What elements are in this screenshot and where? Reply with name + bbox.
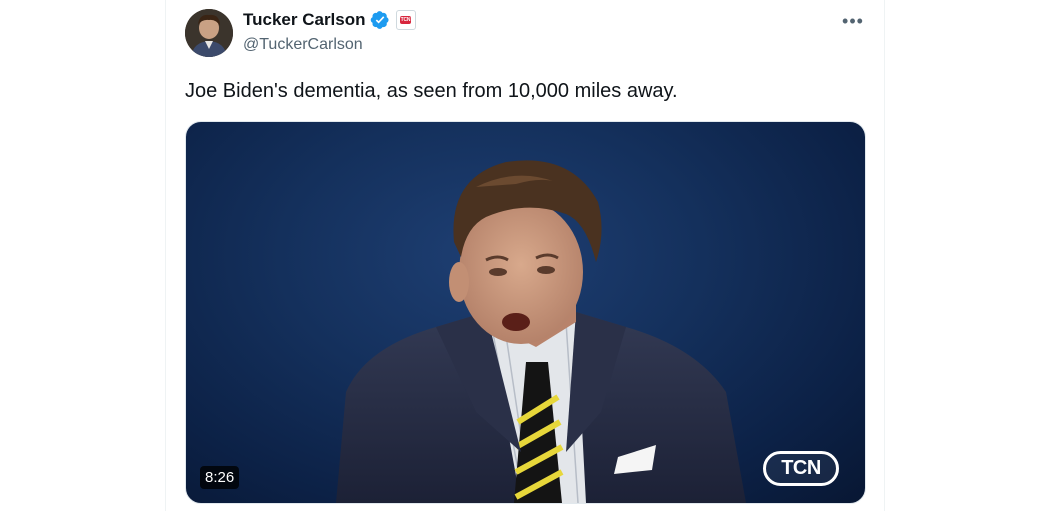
more-options-button[interactable]: ••• (838, 9, 868, 33)
tweet-text: Joe Biden's dementia, as seen from 10,00… (185, 80, 678, 102)
author-avatar[interactable] (185, 9, 233, 57)
tcn-watermark-logo: TCN (763, 451, 839, 486)
affiliation-badge-text: TCN (399, 16, 412, 24)
timeline-left-border (165, 0, 166, 511)
video-frame (336, 160, 746, 503)
video-player[interactable]: 8:26 TCN (185, 121, 866, 504)
avatar-image (185, 9, 233, 57)
video-duration: 8:26 (200, 466, 240, 489)
affiliation-badge[interactable]: TCN (395, 10, 416, 30)
author-display-name[interactable]: Tucker Carlson (243, 10, 366, 30)
verified-badge-icon (370, 10, 390, 30)
timeline-right-border (884, 0, 885, 511)
author-name-row: Tucker Carlson TCN (243, 10, 416, 30)
author-handle[interactable]: @TuckerCarlson (243, 36, 363, 54)
